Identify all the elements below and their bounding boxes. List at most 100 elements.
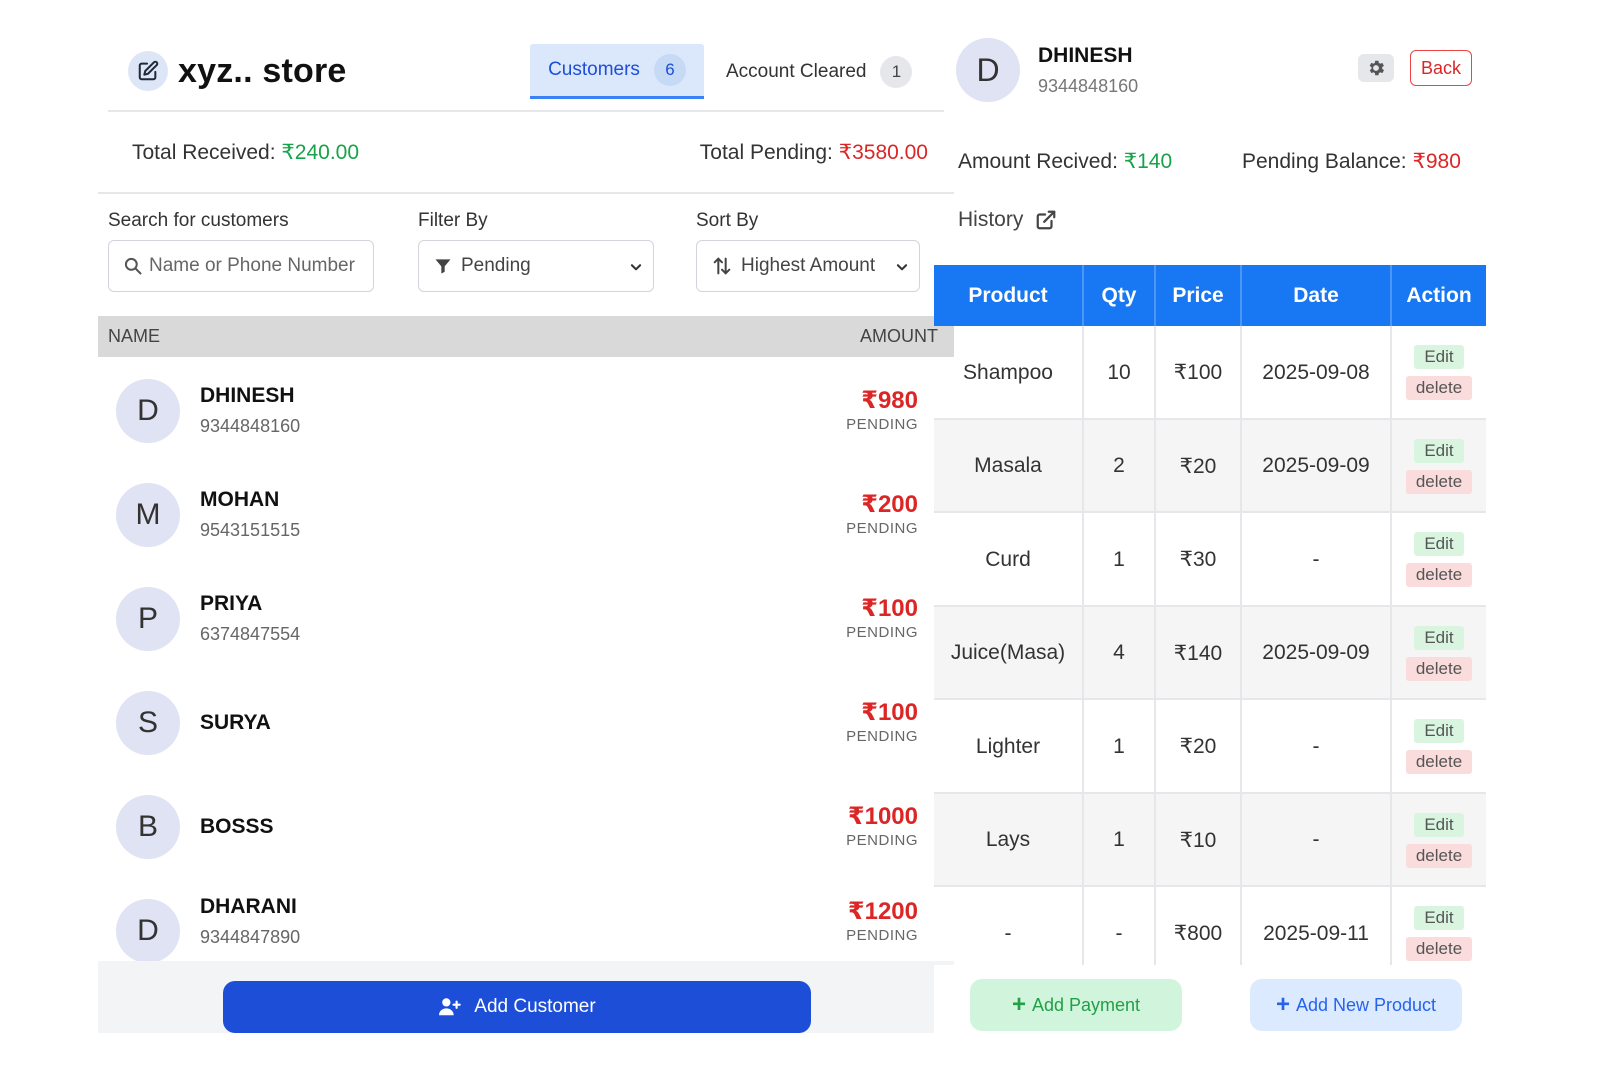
product-cell: Lays	[934, 793, 1084, 887]
list-item[interactable]: S SURYA ₹100 PENDING	[98, 669, 954, 773]
totals-bar: Total Received: ₹240.00 Total Pending: ₹…	[108, 112, 944, 192]
sort-value: Highest Amount	[741, 255, 876, 276]
tab-customers[interactable]: Customers 6	[530, 44, 704, 99]
amount-received: Amount Recived: ₹140	[958, 149, 1172, 174]
customer-list: D DHINESH 9344848160 ₹980 PENDING M MOHA…	[98, 357, 954, 961]
back-button[interactable]: Back	[1410, 50, 1472, 86]
store-name: xyz.. store	[178, 51, 347, 90]
table-row: Lays 1 ₹10 - Edit delete	[934, 793, 1486, 887]
action-cell: Edit delete	[1392, 420, 1486, 514]
avatar: M	[116, 483, 180, 547]
status-badge: PENDING	[846, 416, 918, 433]
column-header-qty: Qty	[1084, 265, 1156, 326]
edit-button[interactable]: Edit	[1414, 438, 1464, 463]
qty-cell: 4	[1084, 606, 1156, 700]
search-placeholder: Name or Phone Number	[149, 255, 355, 276]
price-cell: ₹20	[1156, 419, 1242, 513]
total-pending-label: Total Pending:	[699, 140, 839, 164]
edit-button[interactable]: Edit	[1414, 812, 1464, 837]
date-cell: 2025-09-08	[1242, 326, 1392, 420]
status-badge: PENDING	[846, 927, 918, 944]
table-row: - - ₹800 2025-09-11 Edit delete	[934, 887, 1486, 965]
delete-button[interactable]: delete	[1405, 563, 1473, 588]
customer-phone: 9543151515	[200, 520, 301, 540]
status-badge: PENDING	[846, 624, 918, 641]
tab-label: Customers	[548, 59, 640, 80]
filter-select[interactable]: Pending	[418, 240, 654, 292]
avatar: D	[956, 38, 1020, 102]
chevron-down-icon	[895, 258, 909, 280]
edit-button[interactable]: Edit	[1414, 345, 1464, 370]
delete-button[interactable]: delete	[1405, 376, 1473, 401]
pending-balance-value: ₹980	[1412, 150, 1461, 173]
product-cell: Masala	[934, 419, 1084, 513]
table-row: Juice(Masa) 4 ₹140 2025-09-09 Edit delet…	[934, 606, 1486, 700]
amount-received-label: Amount Recived:	[958, 150, 1124, 173]
price-cell: ₹10	[1156, 793, 1242, 887]
status-badge: PENDING	[846, 832, 918, 849]
customer-phone: 9344847890	[200, 927, 301, 947]
avatar: S	[116, 691, 180, 755]
history-label: History	[958, 208, 1024, 231]
delete-button[interactable]: delete	[1405, 469, 1473, 494]
count-badge: 6	[653, 54, 686, 86]
table-row: Lighter 1 ₹20 - Edit delete	[934, 700, 1486, 794]
sort-select[interactable]: Highest Amount	[696, 240, 920, 292]
filter-label: Filter By	[418, 210, 488, 231]
table-row: Masala 2 ₹20 2025-09-09 Edit delete	[934, 419, 1486, 514]
customer-name: PRIYA	[200, 592, 263, 615]
delete-button[interactable]: delete	[1405, 843, 1473, 868]
chevron-down-icon	[629, 258, 643, 280]
list-header: NAME AMOUNT	[98, 316, 954, 357]
customer-name: DHARANI	[200, 895, 297, 918]
settings-button[interactable]	[1358, 54, 1394, 82]
action-cell: Edit delete	[1392, 513, 1486, 607]
edit-button[interactable]: Edit	[1414, 906, 1464, 931]
date-cell: 2025-09-09	[1242, 606, 1392, 700]
history-link[interactable]: History	[958, 208, 1057, 232]
list-item[interactable]: P PRIYA 6374847554 ₹100 PENDING	[98, 565, 954, 669]
amount-received-value: ₹140	[1123, 150, 1173, 173]
list-item[interactable]: B BOSSS ₹1000 PENDING	[98, 773, 954, 877]
edit-button[interactable]: Edit	[1414, 625, 1464, 650]
date-cell: -	[1242, 513, 1392, 607]
tab-account-cleared[interactable]: Account Cleared 1	[726, 44, 926, 99]
customer-amount: ₹200	[861, 491, 918, 518]
plus-icon: +	[1011, 991, 1026, 1018]
add-customer-button[interactable]: Add Customer	[223, 981, 811, 1033]
list-item[interactable]: D DHINESH 9344848160 ₹980 PENDING	[98, 357, 954, 461]
edit-button[interactable]: Edit	[1414, 719, 1464, 744]
add-payment-label: Add Payment	[1031, 994, 1141, 1015]
customer-phone: 9344848160	[200, 416, 301, 436]
delete-button[interactable]: delete	[1405, 937, 1473, 962]
total-pending-value: ₹3580.00	[838, 140, 928, 164]
edit-icon[interactable]	[128, 51, 168, 91]
qty-cell: 2	[1084, 419, 1156, 513]
search-input[interactable]: Name or Phone Number	[108, 240, 374, 292]
sort-icon	[711, 255, 733, 277]
product-cell: Lighter	[934, 700, 1084, 794]
table-header: Product Qty Price Date Action	[934, 265, 1486, 326]
add-product-button[interactable]: + Add New Product	[1250, 979, 1462, 1031]
add-payment-button[interactable]: + Add Payment	[970, 979, 1182, 1031]
qty-cell: 1	[1084, 793, 1156, 887]
plus-icon: +	[1275, 991, 1290, 1018]
pending-balance-label: Pending Balance:	[1242, 150, 1413, 173]
divider	[98, 192, 954, 194]
products-table: Product Qty Price Date Action Shampoo 10…	[934, 265, 1486, 965]
action-cell: Edit delete	[1392, 326, 1486, 420]
add-customer-label: Add Customer	[474, 996, 596, 1017]
total-received: Total Received: ₹240.00	[132, 140, 359, 165]
customer-phone: 6374847554	[200, 624, 301, 644]
price-cell: ₹140	[1156, 606, 1242, 700]
gear-icon	[1366, 58, 1386, 78]
delete-button[interactable]: delete	[1405, 656, 1473, 681]
date-cell: 2025-09-09	[1242, 419, 1392, 513]
list-item[interactable]: M MOHAN 9543151515 ₹200 PENDING	[98, 461, 954, 565]
delete-button[interactable]: delete	[1405, 750, 1473, 775]
amount-column-header: AMOUNT	[860, 326, 938, 346]
list-item[interactable]: D DHARANI 9344847890 ₹1200 PENDING	[98, 877, 954, 961]
add-product-label: Add New Product	[1295, 994, 1437, 1015]
pending-balance: Pending Balance: ₹980	[1242, 149, 1461, 174]
edit-button[interactable]: Edit	[1414, 532, 1464, 557]
